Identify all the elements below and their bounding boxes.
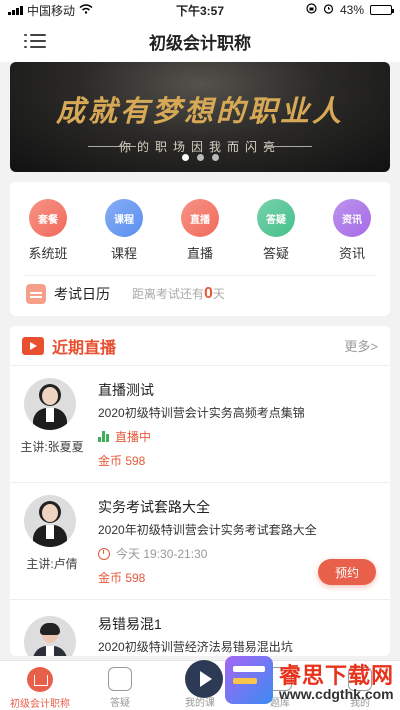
reserve-button[interactable]: 预约 bbox=[318, 559, 376, 585]
divider bbox=[24, 275, 376, 276]
category-badge-icon: 答疑 bbox=[257, 199, 295, 237]
category-card: 套餐 系统班 课程 课程 直播 直播 答疑 答疑 资讯 资讯 考试日历 距离考试… bbox=[10, 182, 390, 316]
time-text: 今天 19:30-21:30 bbox=[116, 547, 208, 561]
page-title: 初级会计职称 bbox=[149, 33, 251, 53]
category-label: 直播 bbox=[186, 246, 213, 261]
course-time: 今天 19:30-21:30 bbox=[98, 545, 207, 562]
banner-subtitle: 你的职场因我而闪亮 bbox=[118, 140, 281, 154]
status-bar: 中国移动 下午3:57 43% bbox=[0, 0, 400, 20]
live-section: 近期直播 更多> 主讲:张夏夏 直播测试 2020初级特训营会计实务高频考点集锦… bbox=[10, 326, 390, 656]
teacher-name: 主讲:卢倩 bbox=[26, 557, 78, 571]
signal-icon bbox=[8, 5, 23, 15]
live-header: 近期直播 更多> bbox=[10, 326, 390, 366]
pagination-dot[interactable] bbox=[211, 154, 219, 161]
status-text: 直播中 bbox=[115, 430, 152, 444]
watermark-logo-icon bbox=[225, 656, 273, 704]
exam-calendar-row[interactable]: 考试日历 距离考试还有0天 bbox=[26, 284, 225, 304]
course-description: 2020年初级特训营会计实务考试套路大全 bbox=[98, 523, 317, 537]
countdown-suffix: 天 bbox=[212, 287, 225, 301]
battery-percent: 43% bbox=[339, 3, 364, 17]
home-icon bbox=[27, 667, 53, 692]
clock-icon bbox=[98, 547, 110, 560]
tab-home[interactable]: 初级会计职称 bbox=[0, 661, 80, 710]
nav-bar: 初级会计职称 bbox=[0, 20, 400, 62]
live-title: 近期直播 bbox=[52, 339, 117, 357]
countdown-days: 0 bbox=[204, 285, 213, 302]
course-title: 直播测试 bbox=[98, 382, 154, 398]
live-status: 直播中 bbox=[98, 428, 151, 445]
category-courses[interactable]: 课程 课程 bbox=[92, 199, 156, 262]
exam-countdown: 距离考试还有0天 bbox=[132, 285, 225, 303]
category-badge-icon: 课程 bbox=[105, 199, 143, 237]
category-label: 资讯 bbox=[338, 246, 365, 261]
course-description: 2020初级特训营经济法易错易混出坑 bbox=[98, 640, 293, 654]
more-link[interactable]: 更多> bbox=[344, 336, 378, 355]
category-live[interactable]: 直播 直播 bbox=[168, 199, 232, 262]
status-right: 43% bbox=[306, 3, 394, 17]
tab-qa[interactable]: 答疑 bbox=[80, 661, 160, 710]
category-badge-icon: 直播 bbox=[181, 199, 219, 237]
category-row: 套餐 系统班 课程 课程 直播 直播 答疑 答疑 资讯 资讯 bbox=[10, 182, 390, 262]
course-item[interactable]: 主讲:张夏夏 直播测试 2020初级特训营会计实务高频考点集锦 直播中 金币 5… bbox=[10, 366, 390, 483]
course-price: 金币 598 bbox=[98, 571, 146, 585]
countdown-prefix: 距离考试还有 bbox=[132, 287, 205, 301]
list-icon[interactable] bbox=[24, 33, 46, 49]
tab-label: 初级会计职称 bbox=[10, 699, 70, 710]
course-description: 2020初级特训营会计实务高频考点集锦 bbox=[98, 406, 305, 420]
pagination-dot[interactable] bbox=[196, 154, 204, 161]
chat-icon bbox=[108, 667, 132, 691]
avatar bbox=[24, 616, 76, 656]
pagination-dot[interactable] bbox=[181, 154, 189, 161]
watermark-tv-icon bbox=[185, 660, 223, 698]
category-news[interactable]: 资讯 资讯 bbox=[320, 199, 384, 262]
category-label: 课程 bbox=[110, 246, 137, 261]
course-title: 易错易混1 bbox=[98, 616, 162, 632]
course-item[interactable]: 主讲:卢倩 实务考试套路大全 2020年初级特训营会计实务考试套路大全 今天 1… bbox=[10, 483, 390, 600]
banner-pagination bbox=[0, 154, 400, 161]
status-left: 中国移动 bbox=[8, 2, 93, 19]
rotation-lock-icon bbox=[306, 3, 317, 17]
category-label: 系统班 bbox=[28, 246, 68, 261]
carrier-label: 中国移动 bbox=[27, 3, 76, 18]
tab-label: 答疑 bbox=[110, 698, 130, 709]
category-system-class[interactable]: 套餐 系统班 bbox=[16, 199, 80, 262]
live-bars-icon bbox=[98, 431, 109, 442]
wifi-icon bbox=[79, 3, 93, 17]
teacher-name: 主讲:张夏夏 bbox=[20, 440, 84, 454]
category-badge-icon: 资讯 bbox=[333, 199, 371, 237]
watermark: 睿思下载网 www.cdgthk.com bbox=[185, 654, 400, 710]
category-label: 答疑 bbox=[262, 246, 289, 261]
avatar bbox=[24, 378, 76, 430]
course-title: 实务考试套路大全 bbox=[98, 499, 210, 515]
course-item[interactable]: 易错易混1 2020初级特训营经济法易错易混出坑 bbox=[10, 600, 390, 656]
watermark-url: www.cdgthk.com bbox=[279, 686, 394, 702]
course-price: 金币 598 bbox=[98, 454, 146, 468]
calendar-title: 考试日历 bbox=[54, 286, 110, 302]
banner-title: 成就有梦想的职业人 bbox=[55, 94, 344, 128]
banner-line-right bbox=[264, 146, 312, 147]
alarm-icon bbox=[323, 3, 334, 17]
category-badge-icon: 套餐 bbox=[29, 199, 67, 237]
avatar bbox=[24, 495, 76, 547]
battery-icon bbox=[370, 5, 394, 15]
category-qa[interactable]: 答疑 答疑 bbox=[244, 199, 308, 262]
calendar-icon bbox=[26, 284, 46, 304]
tv-icon bbox=[22, 336, 44, 355]
